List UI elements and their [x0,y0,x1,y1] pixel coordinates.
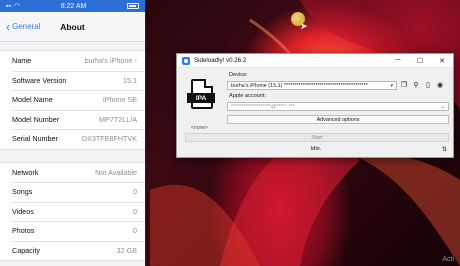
sort-icon[interactable]: ⇅ [442,146,447,153]
start-button[interactable]: Start [185,133,449,142]
about-row-capacity: Capacity 32 GB [0,240,145,261]
sideloadly-window: Sideloadly! v0.26.2 ─ ☐ ✕ IPA <none> Dev… [176,53,454,158]
row-value: DX3TFE8FHTVK [81,134,137,144]
about-row-videos: Videos 0 [0,201,145,222]
row-label: Songs [12,187,33,197]
ipa-file-icon: IPA [187,79,215,109]
about-row-name[interactable]: Name burha's iPhone › [0,51,145,71]
eye-icon[interactable]: ◉ [436,81,444,89]
phone-icon[interactable]: ▯ [424,81,432,89]
row-label: Capacity [12,245,40,255]
minimize-button[interactable]: ─ [387,54,409,67]
mouse-cursor-icon: ➤ [300,21,308,31]
chevron-left-icon: ‹ [6,19,10,34]
about-row-software-version: Software Version 15.1 [0,70,145,91]
battery-icon [126,3,139,9]
window-title: Sideloadly! v0.26.2 [194,57,247,64]
wifi-icon: ◠ [13,3,21,10]
signal-icon: ▪▪ [6,2,11,10]
chevron-down-icon: ▾ [390,82,393,89]
about-row-photos: Photos 0 [0,221,145,241]
ipa-caption: <none> [191,125,208,131]
status-time: 8:22 AM [60,2,87,10]
row-value: 0 [133,226,137,236]
row-value: MP7T2LL/A [99,114,137,124]
row-value: 32 GB [116,245,137,255]
activation-watermark: Acti [442,256,454,263]
about-row-serial-number: Serial Number DX3TFE8FHTVK [0,129,145,149]
device-select-value: burha's iPhone (15.1) ******************… [231,82,368,89]
navigation-bar: ‹ General About [0,12,145,42]
advanced-options-button[interactable]: Advanced options [227,115,449,124]
about-row-model-name: Model Name iPhone SE [0,90,145,110]
about-group-device: Name burha's iPhone › Software Version 15… [0,50,145,150]
copy-icon[interactable]: ❐ [400,81,408,89]
device-label: Device: [229,72,248,78]
about-row-network: Network Not Available [0,163,145,183]
status-bar: ▪▪ ◠ 8:22 AM [0,0,145,12]
chevron-down-icon: ⌄ [440,103,445,110]
maximize-button[interactable]: ☐ [409,54,431,67]
link-icon[interactable]: ⚲ [412,81,420,89]
row-value: burha's iPhone [84,56,133,66]
back-label: General [12,22,41,31]
apple-account-select[interactable]: *******************@*****.*** ⌄ [227,102,449,111]
apple-account-label: Apple account: [229,93,267,99]
about-group-media: Network Not Available Songs 0 Videos 0 P… [0,161,145,261]
iphone-screen: ▪▪ ◠ 8:22 AM ‹ General About Name burha'… [0,0,146,266]
apple-account-value: *******************@*****.*** [231,103,295,110]
chevron-right-icon: › [134,56,137,66]
ipa-drop-target[interactable]: IPA [185,76,219,112]
back-button[interactable]: ‹ General [0,21,40,33]
row-value: 0 [133,206,137,216]
row-label: Software Version [12,75,67,85]
row-label: Photos [12,226,35,236]
row-label: Model Number [12,114,60,124]
row-value: 0 [133,187,137,197]
row-label: Serial Number [12,134,58,144]
window-titlebar: Sideloadly! v0.26.2 ─ ☐ ✕ [177,54,453,68]
status-text: Idle. [310,146,322,152]
about-row-model-number: Model Number MP7T2LL/A [0,109,145,130]
row-value: iPhone SE [103,95,137,105]
device-select[interactable]: burha's iPhone (15.1) ******************… [227,81,397,90]
row-label: Name [12,56,32,66]
row-label: Model Name [12,95,53,105]
row-label: Videos [12,206,34,216]
row-value: Not Available [95,167,137,177]
ipa-label: IPA [187,93,215,103]
close-button[interactable]: ✕ [431,54,453,67]
row-value: 15.1 [123,75,137,85]
row-label: Network [12,167,39,177]
about-row-songs: Songs 0 [0,182,145,202]
sideloadly-app-icon [182,56,190,65]
